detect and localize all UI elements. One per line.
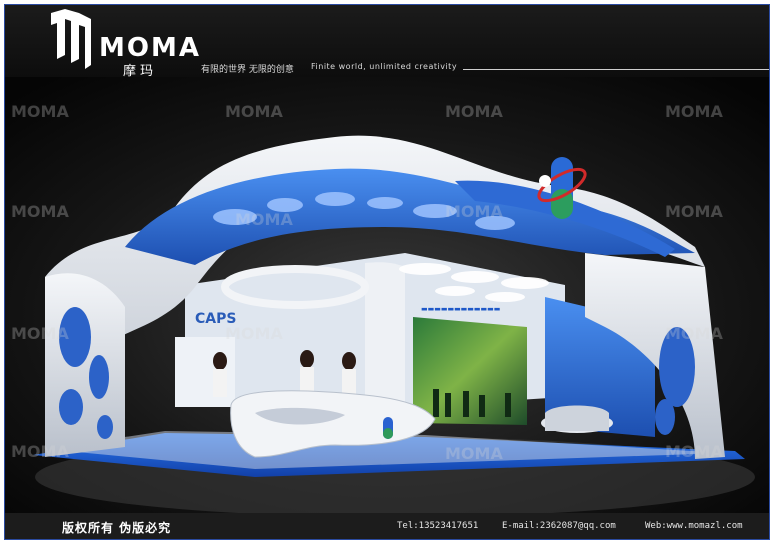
header-divider xyxy=(463,69,769,70)
watermark: MOMA xyxy=(665,102,723,121)
slogan-english: Finite world, unlimited creativity xyxy=(311,62,458,71)
watermark: MOMA xyxy=(665,324,723,343)
contact-phone: Tel:13523417651 xyxy=(397,521,479,531)
watermark: MOMA xyxy=(11,202,69,221)
watermark: MOMA xyxy=(11,324,69,343)
watermark: MOMA xyxy=(445,102,503,121)
watermark: MOMA xyxy=(235,210,293,229)
center-column xyxy=(365,262,405,407)
render-frame: MOMA 摩玛 有限的世界 无限的创意 Finite world, unlimi… xyxy=(4,4,770,540)
watermark: MOMA xyxy=(445,444,503,463)
watermark: MOMA xyxy=(445,202,503,221)
watermark: MOMA xyxy=(225,102,283,121)
left-pillar xyxy=(45,273,125,457)
logo-wordmark: MOMA xyxy=(99,33,201,63)
contact-website: Web:www.momazl.com xyxy=(645,521,743,531)
booth-render: ▬▬▬▬▬▬▬▬▬▬▬▬ CAPS MOMA MOMA MOMA MOMA MO… xyxy=(5,77,769,513)
copyright-notice: 版权所有 伪版必究 xyxy=(62,521,172,535)
watermark: MOMA xyxy=(11,102,69,121)
screen-banner-text: ▬▬▬▬▬▬▬▬▬▬▬▬ xyxy=(421,305,500,313)
desk-capsule-icon xyxy=(383,417,393,439)
footer-bar: 版权所有 伪版必究 Tel:13523417651 E-mail:2362087… xyxy=(5,513,769,539)
contact-email: E-mail:2362087@qq.com xyxy=(502,521,616,531)
watermark: MOMA xyxy=(225,324,283,343)
lounge-seat-base xyxy=(545,405,609,431)
watermark: MOMA xyxy=(665,202,723,221)
slogan-chinese: 有限的世界 无限的创意 xyxy=(201,65,294,75)
header-bar: MOMA 摩玛 有限的世界 无限的创意 Finite world, unlimi… xyxy=(5,5,769,79)
moma-logo-icon xyxy=(51,9,91,69)
watermark: MOMA xyxy=(11,442,69,461)
watermark: MOMA xyxy=(665,442,723,461)
